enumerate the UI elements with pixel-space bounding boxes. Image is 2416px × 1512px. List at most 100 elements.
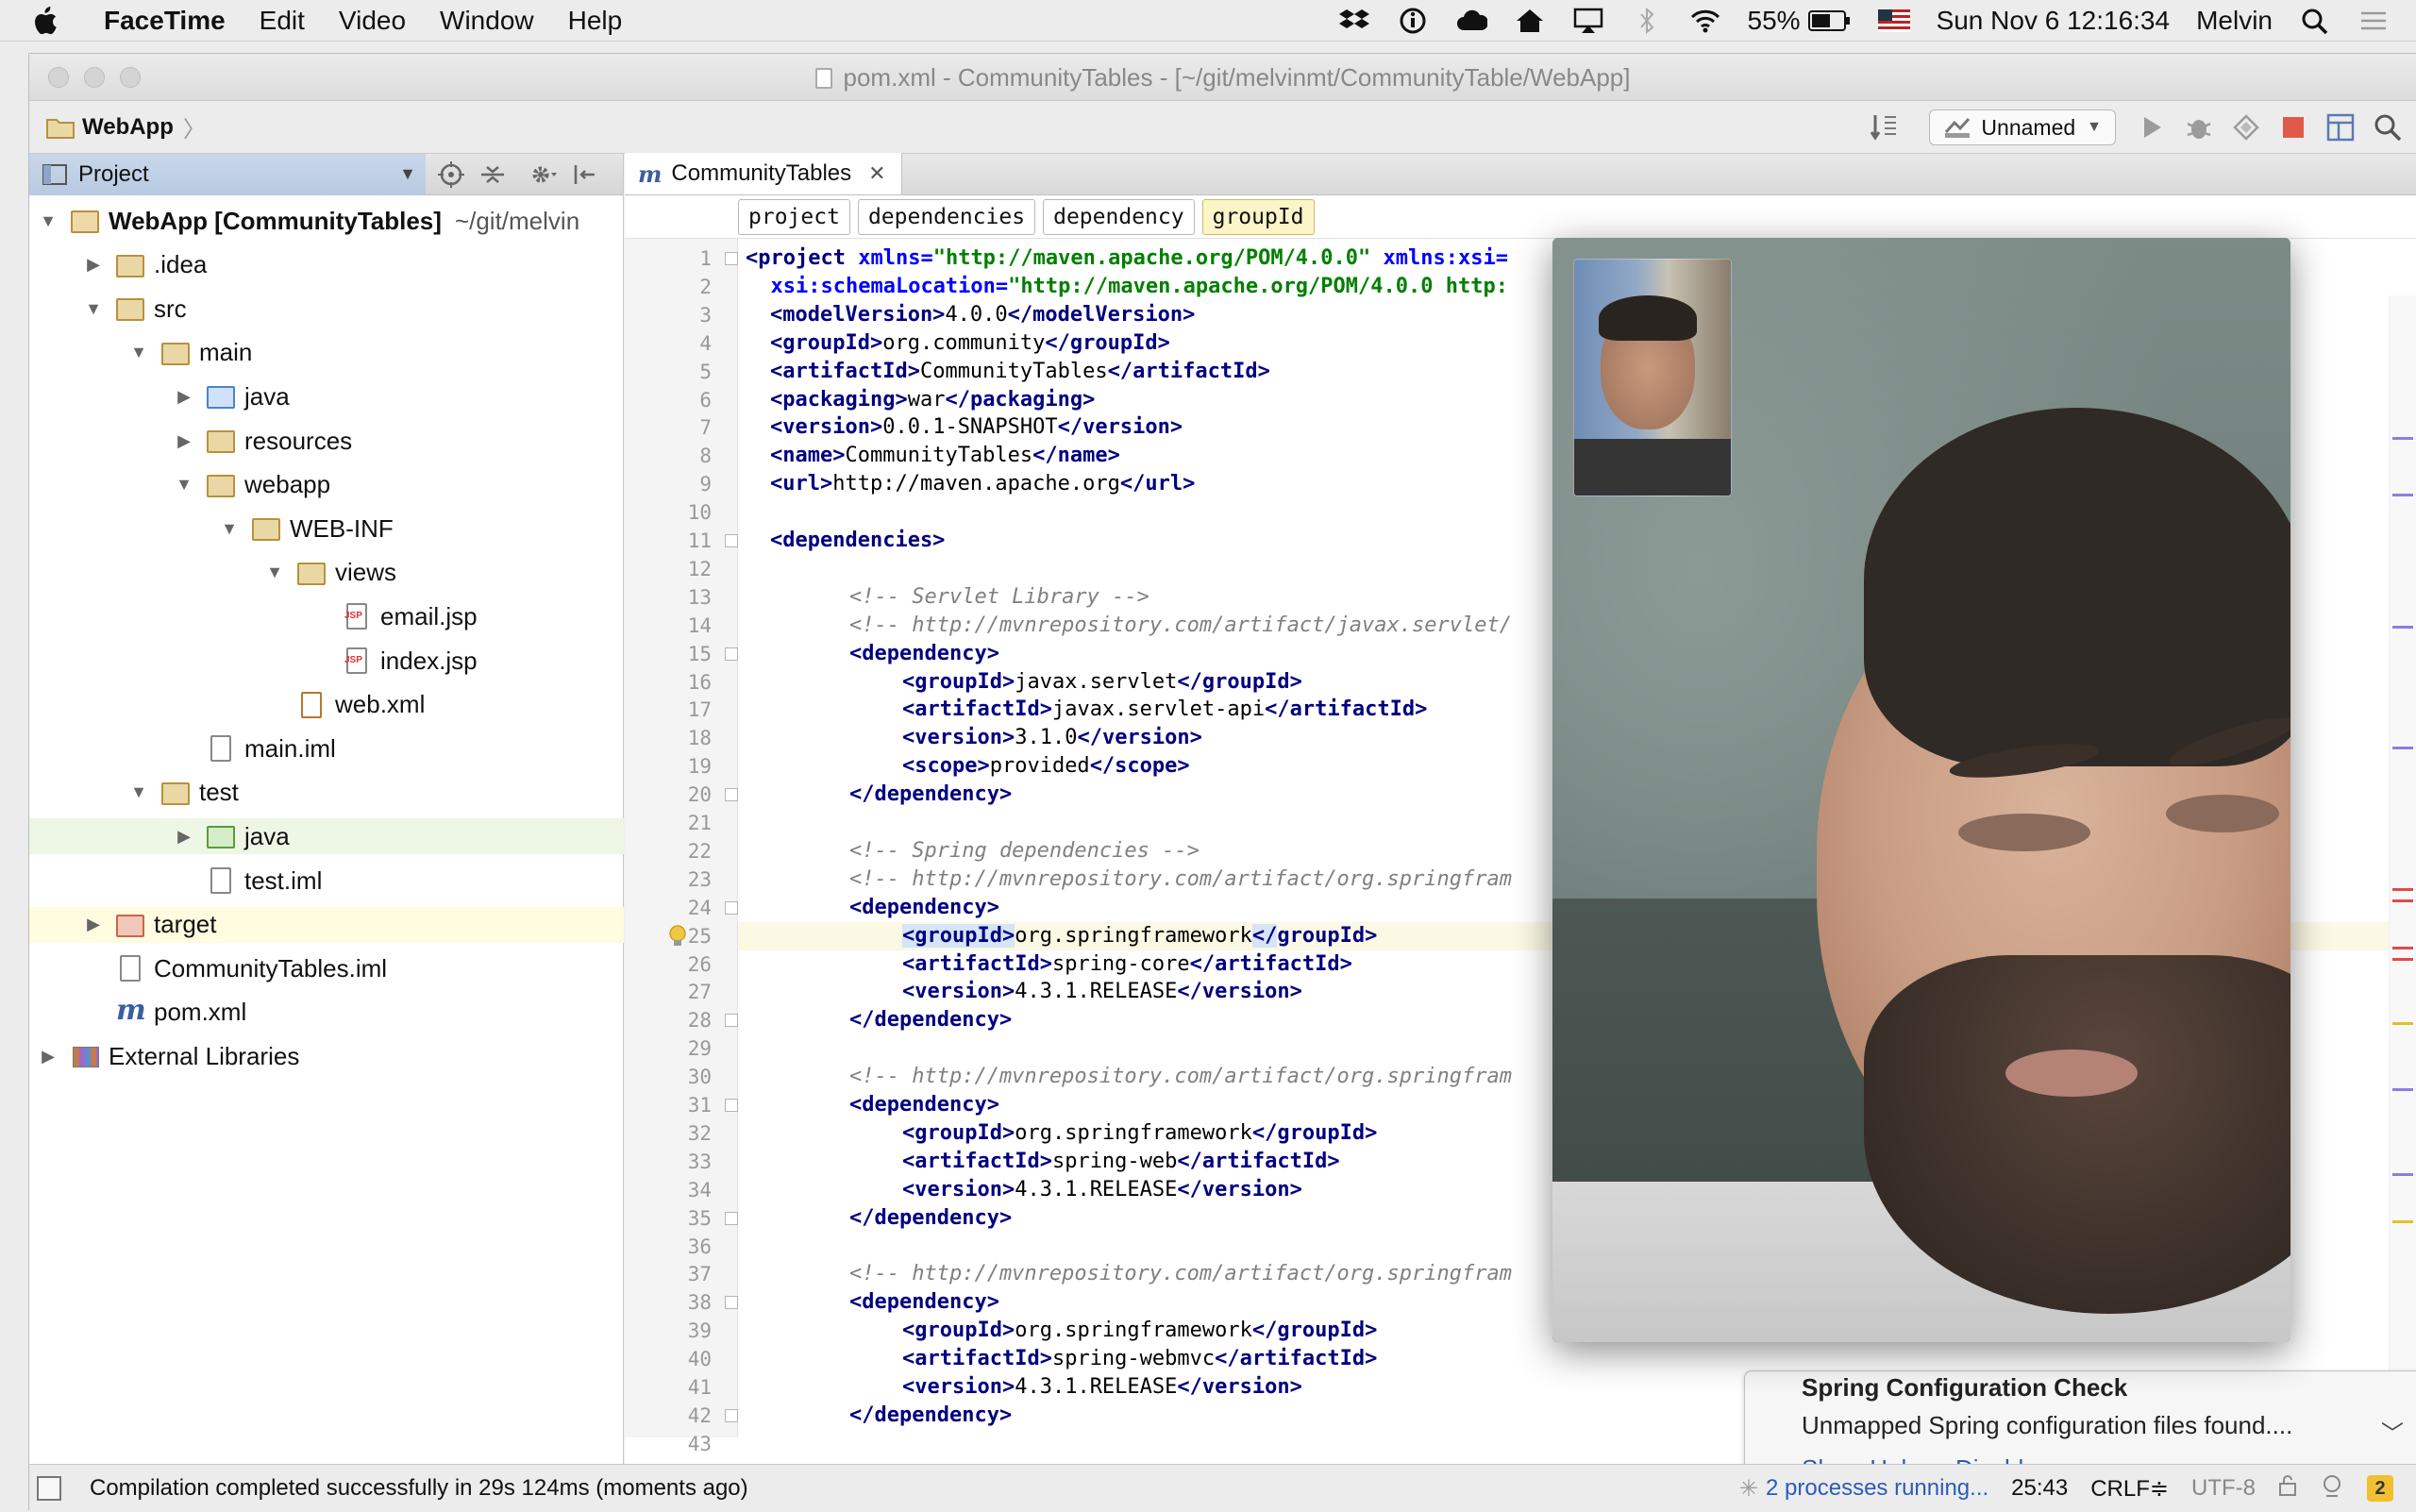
tree-item[interactable]: ▼ views (29, 555, 624, 591)
code-line[interactable]: <groupId>org.springframework</groupId> (738, 1317, 1377, 1345)
tree-item[interactable]: main.iml (29, 731, 624, 766)
code-line[interactable]: <version>3.1.0</version> (738, 724, 1202, 752)
search-everywhere-icon[interactable] (2369, 109, 2407, 146)
collapsed-arrow-icon[interactable]: ▶ (39, 1047, 58, 1067)
tree-item[interactable]: ▼ webapp (29, 467, 624, 503)
code-line[interactable]: <dependencies> (738, 527, 945, 555)
code-line[interactable]: <version>4.3.1.RELEASE</version> (738, 978, 1302, 1006)
notification-center-icon[interactable] (2357, 7, 2390, 35)
menu-window[interactable]: Window (440, 6, 534, 36)
code-line[interactable]: <artifactId>javax.servlet-api</artifactI… (738, 696, 1427, 724)
bluetooth-icon[interactable] (1631, 7, 1663, 35)
tree-item[interactable]: m pom.xml (29, 994, 624, 1031)
status-message[interactable]: Compilation completed successfully in 29… (90, 1475, 748, 1502)
code-line[interactable]: <artifactId>spring-core</artifactId> (738, 950, 1352, 979)
code-line[interactable]: <dependency> (738, 1091, 999, 1119)
stripe-mark[interactable] (2392, 888, 2413, 891)
code-line[interactable] (738, 809, 746, 837)
hide-panel-icon[interactable] (569, 159, 601, 191)
code-line[interactable]: <!-- http://mvnrepository.com/artifact/j… (738, 612, 1512, 640)
code-line[interactable]: <artifactId>spring-webmvc</artifactId> (738, 1345, 1377, 1373)
dropbox-icon[interactable] (1338, 7, 1370, 35)
collapsed-arrow-icon[interactable]: ▶ (84, 255, 103, 275)
fold-marker-icon[interactable] (725, 534, 738, 547)
stripe-mark[interactable] (2392, 1088, 2413, 1091)
project-view-select[interactable]: Project ▼ (29, 153, 426, 195)
facetime-self-view[interactable] (1573, 259, 1732, 496)
code-line[interactable]: </dependency> (738, 1006, 1012, 1034)
tree-item[interactable]: email.jsp (29, 598, 624, 634)
cloud-icon[interactable] (1455, 7, 1487, 35)
code-line[interactable]: <!-- Spring dependencies --> (738, 837, 1200, 865)
run-configuration-select[interactable]: Unnamed ▼ (1929, 109, 2116, 145)
code-line[interactable]: </dependency> (738, 1402, 1012, 1430)
fold-marker-icon[interactable] (725, 788, 738, 802)
toggle-tool-windows-icon[interactable] (37, 1475, 61, 1501)
fold-marker-icon[interactable] (725, 1211, 738, 1225)
tree-item[interactable]: ▼ WEB-INF (29, 511, 624, 546)
breadcrumb-dependencies[interactable]: dependencies (857, 198, 1036, 235)
collapse-all-icon[interactable] (477, 159, 509, 191)
code-line[interactable]: <url>http://maven.apache.org</url> (738, 470, 1195, 498)
code-line[interactable]: <artifactId>CommunityTables</artifactId> (738, 358, 1270, 386)
tree-item[interactable]: index.jsp (29, 643, 624, 679)
expanded-arrow-icon[interactable]: ▼ (265, 563, 284, 582)
expanded-arrow-icon[interactable]: ▼ (129, 782, 148, 802)
stripe-mark[interactable] (2392, 494, 2413, 496)
menu-help[interactable]: Help (568, 6, 623, 36)
tree-item[interactable]: web.xml (29, 687, 624, 723)
line-separator[interactable]: CRLF≑ (2090, 1475, 2169, 1503)
run-icon[interactable] (2133, 109, 2171, 146)
code-line[interactable]: <!-- http://mvnrepository.com/artifact/o… (738, 865, 1512, 894)
tree-item[interactable]: test.iml (29, 863, 624, 899)
expanded-arrow-icon[interactable]: ▼ (39, 211, 58, 231)
stripe-mark[interactable] (2392, 899, 2413, 902)
battery-icon[interactable] (1807, 9, 1852, 32)
breadcrumb-project[interactable]: project (738, 198, 850, 235)
inspector-icon[interactable] (2320, 1473, 2344, 1504)
code-line[interactable]: <dependency> (738, 640, 999, 668)
apple-menu-icon[interactable] (30, 0, 85, 42)
airplay-icon[interactable] (1572, 7, 1604, 35)
lightbulb-icon[interactable] (668, 924, 687, 948)
code-line[interactable]: <version>4.3.1.RELEASE</version> (738, 1176, 1302, 1204)
code-line[interactable] (738, 555, 746, 583)
stripe-mark[interactable] (2392, 626, 2413, 629)
tree-item[interactable]: ▶ resources (29, 423, 624, 459)
chevron-down-icon[interactable]: ﹀ (2381, 1415, 2404, 1448)
code-line[interactable] (738, 1430, 746, 1458)
code-line[interactable]: <name>CommunityTables</name> (738, 442, 1120, 470)
menu-video[interactable]: Video (339, 6, 406, 36)
fold-marker-icon[interactable] (725, 900, 738, 915)
processes-running-link[interactable]: 2 processes running... (1766, 1475, 1988, 1502)
fold-marker-icon[interactable] (725, 1296, 738, 1310)
nav-crumb-webapp[interactable]: WebApp 〉 (46, 110, 206, 143)
code-line[interactable]: <dependency> (738, 894, 999, 922)
code-line[interactable]: <dependency> (738, 1288, 999, 1317)
stop-icon[interactable] (2274, 109, 2312, 146)
breadcrumb-groupid[interactable]: groupId (1201, 198, 1315, 235)
code-line[interactable]: <!-- http://mvnrepository.com/artifact/o… (738, 1063, 1512, 1091)
stripe-mark[interactable] (2392, 747, 2413, 749)
code-line[interactable]: <project xmlns="http://maven.apache.org/… (738, 244, 1508, 273)
menu-edit[interactable]: Edit (260, 6, 305, 36)
lock-icon[interactable] (2278, 1474, 2297, 1504)
fold-marker-icon[interactable] (725, 1099, 738, 1112)
debug-icon[interactable] (2180, 109, 2218, 146)
event-log-badge[interactable]: 2 (2367, 1475, 2393, 1502)
code-line[interactable]: <groupId>org.springframework</groupId> (738, 1119, 1377, 1148)
code-line[interactable]: <version>0.0.1-SNAPSHOT</version> (738, 413, 1183, 442)
coverage-icon[interactable] (2227, 109, 2265, 146)
code-line[interactable] (738, 1034, 746, 1063)
stripe-mark[interactable] (2392, 1173, 2413, 1176)
code-line[interactable]: xsi:schemaLocation="http://maven.apache.… (738, 273, 1508, 301)
code-line[interactable]: <!-- http://mvnrepository.com/artifact/o… (738, 1260, 1512, 1288)
code-line[interactable]: <groupId>org.community</groupId> (738, 329, 1170, 358)
stripe-mark[interactable] (2392, 947, 2413, 949)
tree-item[interactable]: ▶ External Libraries (29, 1038, 624, 1074)
error-stripe[interactable] (2389, 295, 2416, 1428)
tree-item[interactable]: ▶ java (29, 818, 624, 855)
tree-item[interactable]: CommunityTables.iml (29, 950, 624, 986)
breadcrumb-dependency[interactable]: dependency (1043, 198, 1195, 235)
home-icon[interactable] (1514, 7, 1546, 35)
